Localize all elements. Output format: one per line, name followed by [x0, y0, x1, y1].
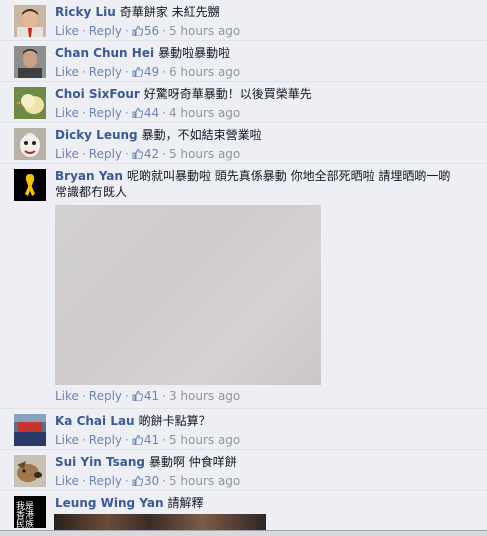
avatar-boy-red-tie-icon	[14, 5, 46, 37]
comment-item: Ka Chai Lau 啲餅卡點算？ Like · Reply · 41 · 5 hours …	[0, 409, 487, 450]
separator-dot: ·	[125, 389, 129, 403]
comment-time[interactable]: 5 hours ago	[169, 433, 240, 447]
separator-dot: ·	[81, 433, 86, 447]
like-link[interactable]: Like	[55, 474, 79, 488]
separator-dot: ·	[81, 24, 86, 38]
thumbs-up-icon	[132, 65, 143, 78]
like-count[interactable]: 41	[144, 433, 159, 447]
comment-time[interactable]: 4 hours ago	[169, 106, 240, 120]
separator-dot: ·	[81, 106, 86, 120]
thumbs-up-icon	[132, 24, 143, 37]
comment-text: 暴動啦暴動啦	[158, 46, 231, 60]
separator-dot: ·	[81, 474, 86, 488]
comment-text: 奇華餅家 未紅先嬲	[119, 5, 220, 19]
comment-time[interactable]: 3 hours ago	[169, 389, 240, 403]
thumbs-up-icon	[132, 474, 143, 487]
comment-attached-image[interactable]	[55, 205, 321, 385]
user-avatar[interactable]	[14, 87, 46, 119]
user-avatar[interactable]	[14, 169, 46, 201]
yellow-ribbon-icon	[14, 169, 46, 201]
like-count[interactable]: 41	[144, 389, 159, 403]
user-avatar[interactable]	[14, 455, 46, 487]
comment-item: Ricky Liu 奇華餅家 未紅先嬲 Like · Reply · 56 · 5 hours…	[0, 0, 487, 41]
user-avatar[interactable]	[14, 5, 46, 37]
like-link[interactable]: Like	[55, 433, 79, 447]
separator-dot: ·	[81, 65, 86, 79]
like-link[interactable]: Like	[55, 147, 79, 161]
separator-dot: ·	[162, 65, 166, 79]
like-link[interactable]: Like	[55, 389, 79, 403]
comment-item: Choi SixFour 好驚呀奇華暴動！以後買榮華先 Like · Reply · 44…	[0, 82, 487, 123]
separator-dot: ·	[125, 433, 129, 447]
thumbs-up-icon	[132, 106, 143, 119]
comment-time[interactable]: 6 hours ago	[169, 65, 240, 79]
reply-link[interactable]: Reply	[89, 24, 122, 38]
comment-text: 好驚呀奇華暴動！以後買榮華先	[143, 87, 312, 101]
comment-author[interactable]: Leung Wing Yan	[55, 496, 164, 510]
comment-text: 暴動，不如結束營業啦	[141, 128, 262, 142]
separator-dot: ·	[162, 474, 166, 488]
comment-text: 暴動啊 仲食咩餅	[148, 455, 237, 469]
separator-dot: ·	[162, 389, 166, 403]
user-avatar[interactable]	[14, 128, 46, 160]
thumbs-up-icon	[132, 433, 143, 446]
separator-dot: ·	[125, 106, 129, 120]
avatar-clown-face-icon	[14, 128, 46, 160]
separator-dot: ·	[162, 147, 166, 161]
comment-time[interactable]: 5 hours ago	[169, 147, 240, 161]
like-link[interactable]: Like	[55, 106, 79, 120]
thumbs-up-icon	[132, 147, 143, 160]
reply-link[interactable]: Reply	[89, 65, 122, 79]
avatar-man-portrait-icon	[14, 46, 46, 78]
comment-text: 啲餅卡點算？	[138, 414, 211, 428]
comment-author[interactable]: Sui Yin Tsang	[55, 455, 145, 469]
comment-time[interactable]: 5 hours ago	[169, 24, 240, 38]
thumbs-up-icon	[132, 389, 143, 402]
like-count[interactable]: 49	[144, 65, 159, 79]
separator-dot: ·	[125, 474, 129, 488]
like-link[interactable]: Like	[55, 24, 79, 38]
reply-link[interactable]: Reply	[89, 147, 122, 161]
separator-dot: ·	[162, 106, 166, 120]
like-count[interactable]: 44	[144, 106, 159, 120]
comment-author[interactable]: Ka Chai Lau	[55, 414, 135, 428]
user-avatar[interactable]	[14, 46, 46, 78]
like-count[interactable]: 42	[144, 147, 159, 161]
separator-dot: ·	[162, 433, 166, 447]
reply-link[interactable]: Reply	[89, 106, 122, 120]
comment-author[interactable]: Ricky Liu	[55, 5, 116, 19]
avatar-street-scene-icon	[14, 414, 46, 446]
comment-item: Sui Yin Tsang 暴動啊 仲食咩餅 Like · Reply · 30 · 5 ho…	[0, 450, 487, 491]
avatar-calligraphy-icon: 我是 香港 民族	[14, 496, 46, 528]
separator-dot: ·	[125, 65, 129, 79]
avatar-yellow-chick-icon	[14, 87, 46, 119]
separator-dot: ·	[125, 147, 129, 161]
comment-item: Dicky Leung 暴動，不如結束營業啦 Like · Reply · 42 · 5 ho…	[0, 123, 487, 164]
reply-link[interactable]: Reply	[89, 474, 122, 488]
user-avatar[interactable]: 我是 香港 民族	[14, 496, 46, 528]
comment-author[interactable]: Choi SixFour	[55, 87, 140, 101]
separator-dot: ·	[162, 24, 166, 38]
reply-link[interactable]: Reply	[89, 389, 122, 403]
comment-item: Chan Chun Hei 暴動啦暴動啦 Like · Reply · 49 · 6 hour…	[0, 41, 487, 82]
like-link[interactable]: Like	[55, 65, 79, 79]
avatar-calligraphy-text-3: 民族	[16, 518, 34, 528]
comment-author[interactable]: Bryan Yan	[55, 169, 123, 183]
avatar-dog-icon	[14, 455, 46, 487]
user-avatar[interactable]	[14, 414, 46, 446]
comment-author[interactable]: Chan Chun Hei	[55, 46, 154, 60]
reply-link[interactable]: Reply	[89, 433, 122, 447]
separator-dot: ·	[81, 389, 86, 403]
like-count[interactable]: 30	[144, 474, 159, 488]
window-bottom-edge	[0, 530, 487, 536]
comment-time[interactable]: 5 hours ago	[169, 474, 240, 488]
separator-dot: ·	[81, 147, 86, 161]
comment-text: 請解釋	[167, 496, 204, 510]
separator-dot: ·	[125, 24, 129, 38]
like-count[interactable]: 56	[144, 24, 159, 38]
comment-author[interactable]: Dicky Leung	[55, 128, 138, 142]
